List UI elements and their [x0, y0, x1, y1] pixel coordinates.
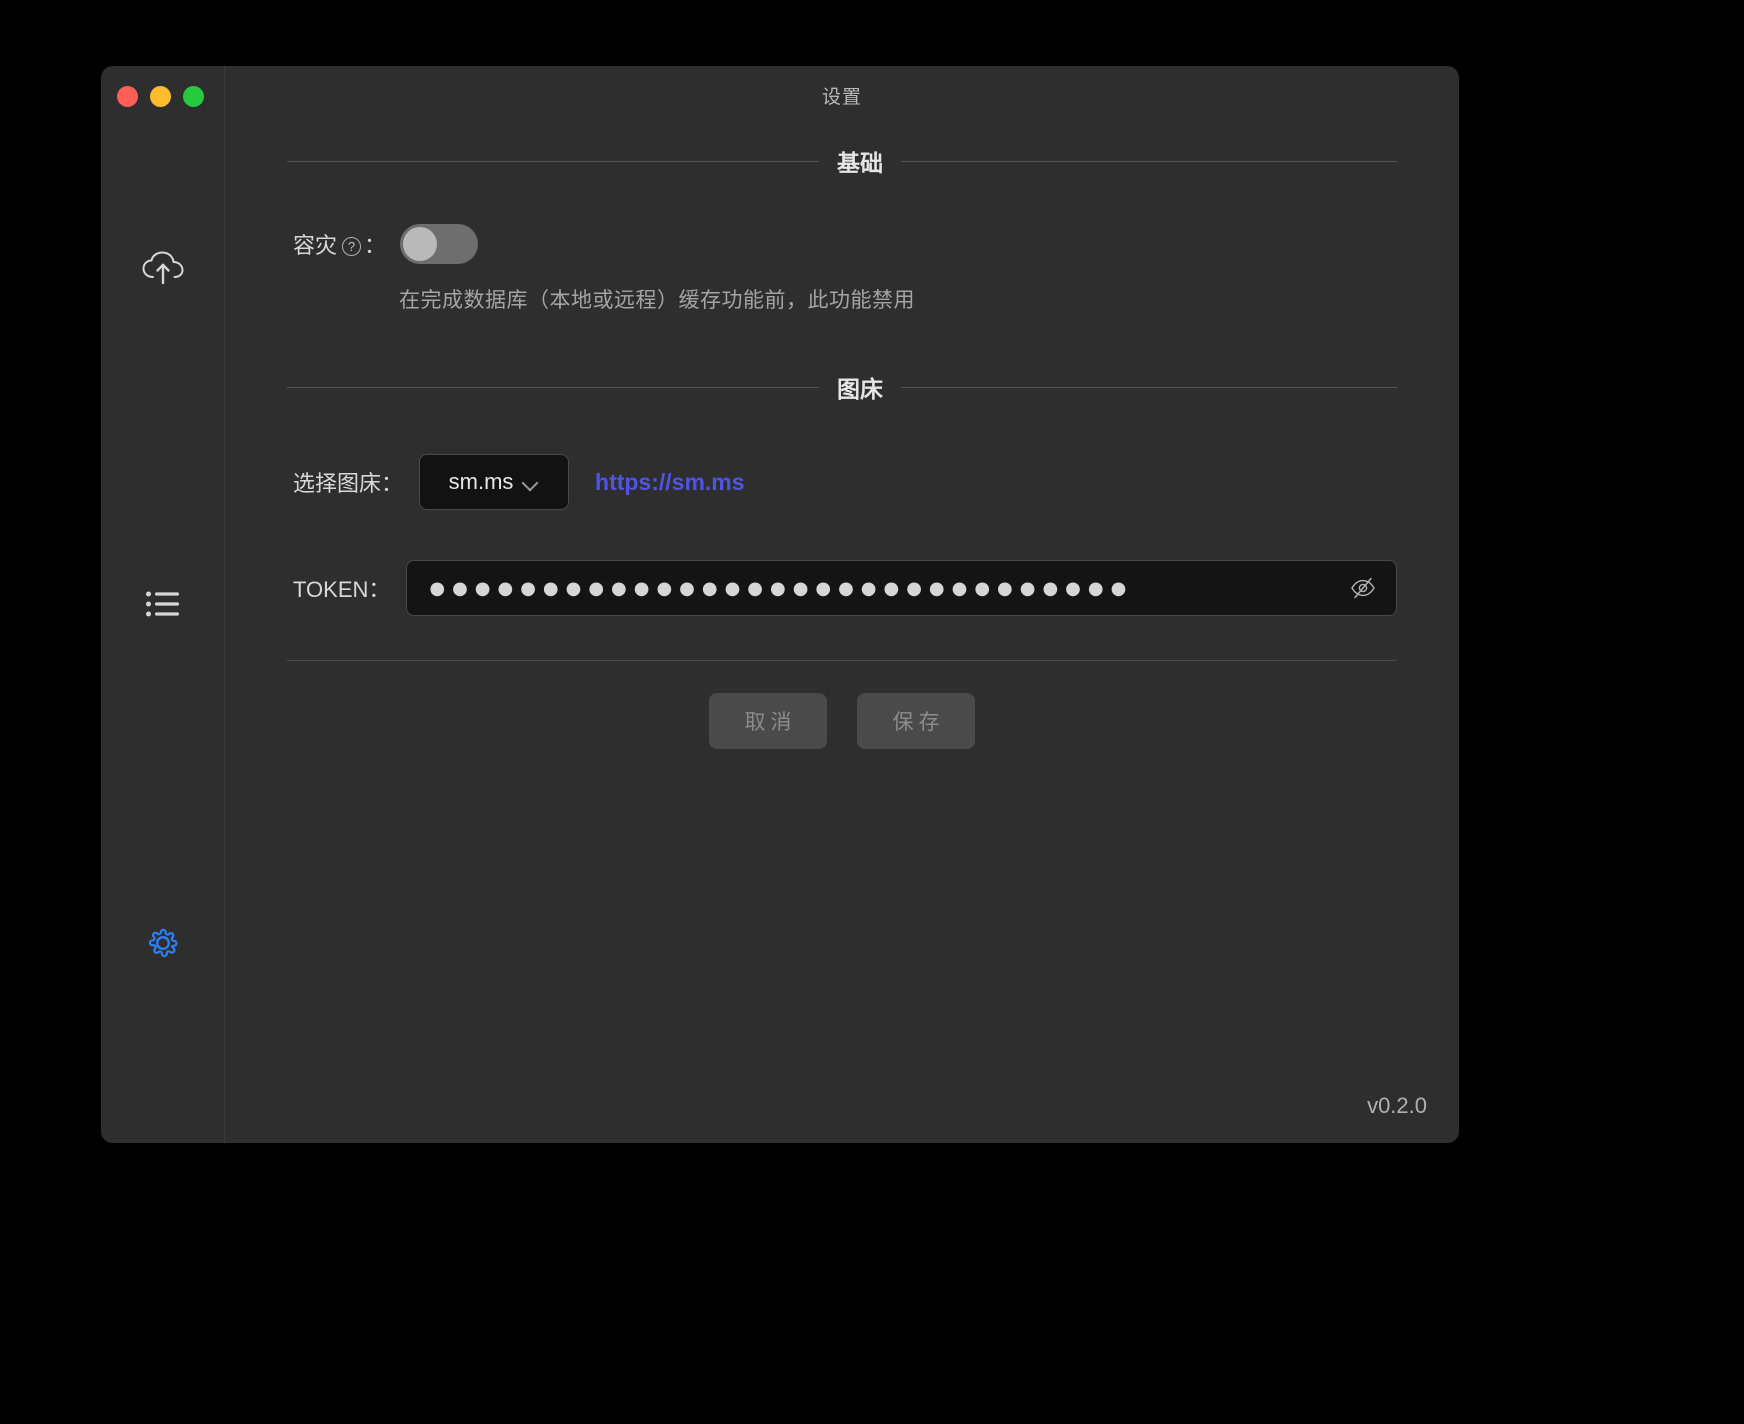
settings-content: 设置 基础 容灾?： 在完成数据库（本地或远程）缓存功能前，此功能禁用 图床 选… [225, 66, 1459, 1143]
version-label: v0.2.0 [1367, 1093, 1427, 1118]
desktop-background: 设置 基础 容灾?： 在完成数据库（本地或远程）缓存功能前，此功能禁用 图床 选… [0, 0, 1744, 1424]
section-label-basic: 基础 [837, 150, 883, 176]
window-controls [117, 86, 204, 107]
image-host-select-row: 选择图床： sm.ms https://sm.ms [287, 454, 1397, 510]
actions-divider [287, 660, 1397, 661]
close-window-button[interactable] [117, 86, 138, 107]
sidebar-item-list[interactable] [101, 591, 225, 617]
section-header-image-host: 图床 [287, 370, 1397, 404]
divider-left-2 [287, 386, 819, 388]
image-host-select-label: 选择图床： [293, 471, 404, 496]
maximize-window-button[interactable] [183, 86, 204, 107]
minimize-window-button[interactable] [150, 86, 171, 107]
toggle-knob [403, 227, 438, 261]
section-label-image-host: 图床 [837, 376, 883, 402]
help-icon[interactable]: ? [342, 237, 362, 256]
action-buttons: 取消 保存 [287, 693, 1397, 749]
settings-window: 设置 基础 容灾?： 在完成数据库（本地或远程）缓存功能前，此功能禁用 图床 选… [101, 66, 1459, 1143]
token-input[interactable]: ●●●●●●●●●●●●●●●●●●●●●●●●●●●●●●● [429, 578, 1348, 599]
section-header-basic: 基础 [287, 144, 1397, 178]
cancel-button[interactable]: 取消 [709, 693, 827, 749]
disaster-recovery-hint: 在完成数据库（本地或远程）缓存功能前，此功能禁用 [399, 289, 915, 312]
disaster-recovery-toggle[interactable] [400, 224, 479, 264]
disaster-recovery-label: 容灾?： [293, 228, 386, 260]
cloud-upload-icon [142, 251, 184, 285]
sidebar-item-upload[interactable] [101, 251, 225, 285]
divider-right [901, 160, 1397, 162]
sidebar-item-settings[interactable] [101, 926, 225, 960]
token-row: TOKEN： ●●●●●●●●●●●●●●●●●●●●●●●●●●●●●●● [287, 560, 1397, 616]
settings-panel: 基础 容灾?： 在完成数据库（本地或远程）缓存功能前，此功能禁用 图床 选择图床… [225, 144, 1459, 749]
label-colon: ： [364, 233, 387, 258]
image-host-selected-value: sm.ms [448, 469, 514, 494]
save-button[interactable]: 保存 [857, 693, 975, 749]
page-title: 设置 [821, 86, 862, 108]
list-icon [146, 591, 180, 617]
title-bar: 设置 [225, 66, 1459, 124]
eye-off-icon[interactable] [1348, 573, 1378, 603]
disaster-recovery-label-text: 容灾 [293, 233, 338, 258]
sidebar [101, 66, 225, 1143]
gear-icon [146, 926, 180, 960]
divider-left [287, 160, 819, 162]
chevron-down-icon [523, 477, 539, 487]
image-host-link[interactable]: https://sm.ms [595, 469, 745, 496]
divider-right-2 [901, 386, 1397, 388]
token-input-wrapper[interactable]: ●●●●●●●●●●●●●●●●●●●●●●●●●●●●●●● [406, 560, 1397, 616]
disaster-recovery-row: 容灾?： [287, 224, 1397, 264]
token-label: TOKEN： [293, 577, 391, 602]
image-host-select[interactable]: sm.ms [419, 454, 570, 510]
